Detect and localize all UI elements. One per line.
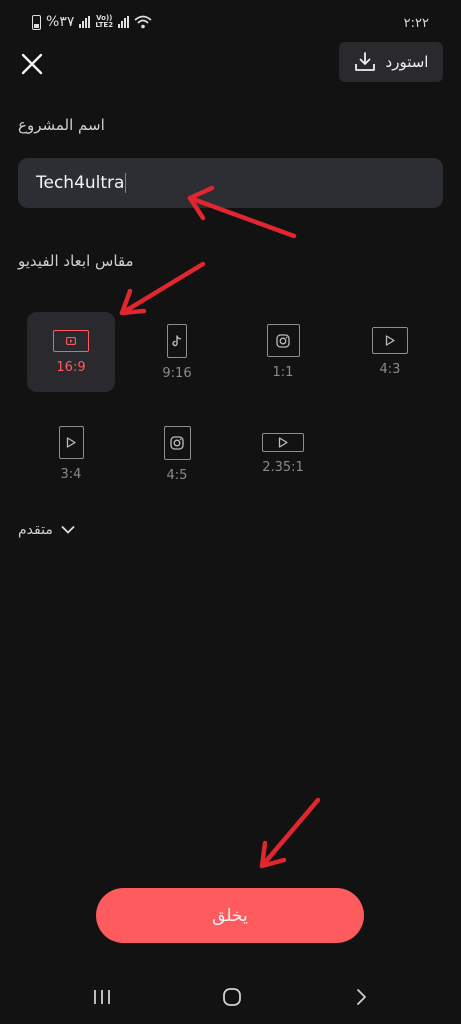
ratio-option-16-9[interactable]: 16:9 xyxy=(27,312,115,392)
home-button[interactable] xyxy=(202,980,262,1014)
ratio-option-4-3[interactable]: 4:3 xyxy=(346,312,434,392)
ratio-option-3-4[interactable]: 3:4 xyxy=(27,414,115,494)
project-name-value: Tech4ultra xyxy=(36,173,125,193)
back-button[interactable] xyxy=(331,980,391,1014)
status-time: ٢:٢٢ xyxy=(403,16,429,31)
export-button[interactable]: استورد xyxy=(339,42,443,82)
youtube-icon xyxy=(53,329,89,352)
ratio-label: 1:1 xyxy=(272,365,294,380)
ratio-label: 3:4 xyxy=(60,467,82,482)
ratio-option-1-1[interactable]: 1:1 xyxy=(239,312,327,392)
signal-icon xyxy=(79,16,91,28)
play-icon xyxy=(372,327,408,354)
volte-icon: Vo)) LTE2 xyxy=(95,14,114,29)
ratio-label: 4:5 xyxy=(166,467,188,483)
ratio-option-2-35-1[interactable]: 2.35:1 xyxy=(239,414,327,494)
ratio-label: 2.35:1 xyxy=(262,460,304,475)
ratio-label: 16:9 xyxy=(56,359,86,375)
signal-icon-2 xyxy=(118,16,130,28)
advanced-label: متقدم xyxy=(18,522,53,538)
instagram-icon xyxy=(266,324,300,357)
battery-icon xyxy=(32,14,41,30)
status-icons: %٣٧ Vo)) LTE2 xyxy=(32,14,152,30)
instagram-icon xyxy=(163,425,191,460)
advanced-toggle[interactable]: متقدم xyxy=(18,522,75,538)
home-icon xyxy=(223,988,241,1006)
export-label: استورد xyxy=(385,53,429,71)
create-button[interactable]: يخلق xyxy=(96,888,364,943)
annotation-arrow-ratio xyxy=(119,261,206,316)
back-icon xyxy=(357,989,366,1005)
play-icon xyxy=(262,433,304,452)
ratio-option-9-16[interactable]: 9:16 xyxy=(133,312,221,392)
text-caret xyxy=(125,173,127,193)
recents-button[interactable] xyxy=(72,980,132,1014)
project-name-input[interactable]: Tech4ultra xyxy=(18,158,443,208)
close-button[interactable] xyxy=(16,48,48,80)
video-ratio-label: مقاس ابعاد الفيديو xyxy=(18,252,134,270)
wifi-icon xyxy=(134,15,152,29)
download-icon xyxy=(354,52,375,71)
status-bar: %٣٧ Vo)) LTE2 ٢:٢٢ xyxy=(0,10,461,38)
ratio-label: 4:3 xyxy=(379,362,401,377)
play-icon xyxy=(58,426,84,459)
ratio-option-4-5[interactable]: 4:5 xyxy=(133,414,221,494)
annotation-arrows xyxy=(119,185,321,869)
recents-icon xyxy=(94,990,110,1004)
annotation-arrow-create xyxy=(259,797,321,869)
tiktok-icon xyxy=(167,323,187,358)
ratio-label: 9:16 xyxy=(162,365,192,381)
chevron-down-icon xyxy=(61,526,75,534)
project-name-label: اسم المشروع xyxy=(18,116,105,134)
close-icon xyxy=(21,53,43,75)
battery-percent: %٣٧ xyxy=(46,14,75,30)
